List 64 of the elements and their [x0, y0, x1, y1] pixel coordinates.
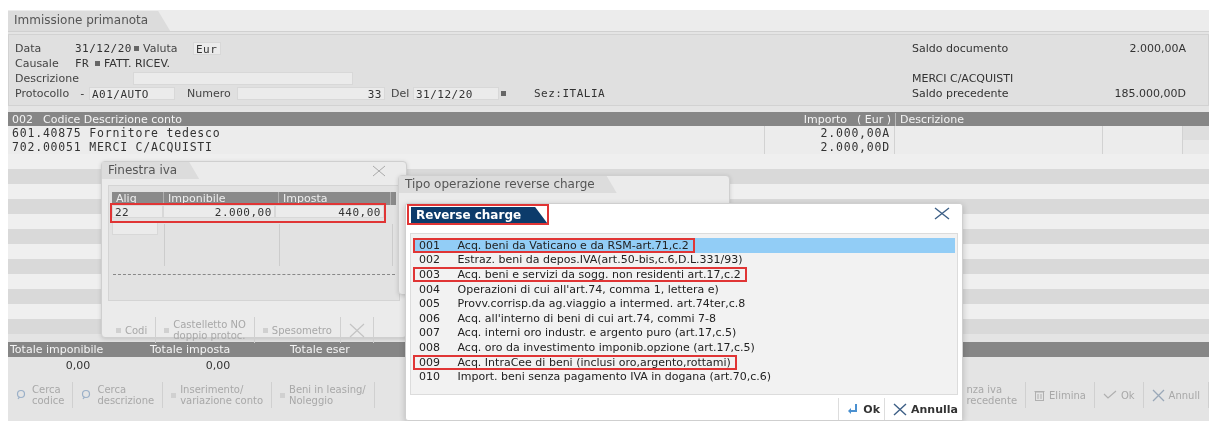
item-label[interactable]: 008 Acq. oro da investimento imponib.opzione (art.17,c.5) [413, 339, 761, 355]
list-item[interactable]: 007 Acq. interni oro industr. e argento puro (art.17,c.5) [413, 325, 955, 341]
protocol-prefix: - [79, 87, 88, 100]
window-title: Tipo operazione reverse charge [399, 176, 617, 193]
section-text: Sez:ITALIA [534, 87, 606, 100]
balance-label: Saldo precedente [912, 87, 1009, 100]
item-label[interactable]: 007 Acq. interni oro industr. e argento puro (art.17,c.5) [413, 325, 743, 341]
field-label: Numero [186, 87, 232, 100]
item-label[interactable]: 005 Provv.corrisp.da ag.viaggio a intermed. art.74ter,c.8 [413, 296, 752, 312]
item-label[interactable]: 002 Estraz. beni da depos.IVA(art.50-bis,c.6,D.L.331/93) [413, 252, 749, 268]
column-header: 002 [12, 112, 33, 126]
list-item[interactable]: 002 Estraz. beni da depos.IVA(art.50-bis,c.6,D.L.331/93) [413, 252, 955, 268]
field-label: Causale [15, 57, 60, 70]
column-header: ( Eur ) [856, 112, 891, 126]
field-label: Protocollo [15, 87, 71, 100]
list-item[interactable]: 006 Acq. all'interno di beni di cui art.74, commi 7-8 [413, 310, 955, 326]
number-field[interactable]: 33 [237, 87, 385, 100]
field-label: Data [15, 42, 43, 55]
list-item[interactable]: 008 Acq. oro da investimento imponib.opzione (art.17,c.5) [413, 340, 955, 355]
amount-field[interactable]: 2.000,00 [162, 205, 275, 218]
window-tab[interactable]: Immissione primanota [8, 11, 171, 31]
column-header: Importo [803, 112, 847, 126]
field-label: Del [390, 87, 411, 100]
list-item[interactable]: 010 Import. beni senza pagamento IVA in dogana (art.70,c.6) [413, 369, 955, 384]
list-item[interactable]: 003 Acq. beni e servizi da sogg. non residenti art.17,c.2 [413, 267, 955, 282]
currency-field[interactable]: Eur [193, 42, 221, 55]
list-item[interactable]: 001 Acq. beni da Vaticano e da RSM-art.71,c.2 [413, 238, 955, 253]
dialog-title: Reverse charge [411, 207, 548, 223]
window-title: Finestra iva [102, 162, 200, 179]
column-header: Codice Descrizione conto [43, 112, 182, 126]
cancel-button[interactable]: Annulla [884, 398, 962, 420]
account-name: MERCI C/ACQUISTI [912, 72, 1014, 85]
balance-value: 185.000,00D [1114, 87, 1186, 100]
list-item[interactable]: 009 Acq. IntraCee di beni (inclusi oro,argento,rottami) [413, 354, 955, 370]
total-label: Totale eser [290, 343, 350, 356]
item-label[interactable]: 001 Acq. beni da Vaticano e da RSM-art.71,c.2 [413, 237, 695, 253]
causale-description: FATT. RICEV. [104, 57, 171, 70]
total-value: 0,00 [64, 359, 92, 372]
column-header: Descrizione [900, 112, 964, 126]
balance-value: 2.000,00A [1129, 42, 1186, 55]
list-item[interactable]: 004 Operazioni di cui all'art.74, comma 1, lettera e) [413, 281, 955, 297]
table-cell: 702.00051 MERCI C/ACQUISTI [8, 140, 765, 154]
total-label: Totale imponibile [10, 343, 104, 356]
total-value: 0,00 [204, 359, 232, 372]
item-label[interactable]: 003 Acq. beni e servizi da sogg. non residenti art.17,c.2 [413, 267, 747, 282]
total-label: Totale imposta [150, 343, 231, 356]
table-cell: 601.40875 Fornitore tedesco [8, 126, 765, 140]
date-value[interactable]: 31/12/20 [75, 42, 132, 55]
table-cell: 2.000,00A [765, 126, 895, 140]
item-label[interactable]: 006 Acq. all'interno di beni di cui art.74, commi 7-8 [413, 310, 723, 326]
item-label[interactable]: 004 Operazioni di cui all'art.74, comma 1, lettera e) [413, 281, 725, 297]
table-cell: 2.000,00D [765, 140, 895, 154]
field-label: Descrizione [15, 72, 80, 85]
amount-field[interactable]: 440,00 [274, 205, 384, 218]
protocol-field[interactable]: A01/AUTO [89, 87, 175, 100]
ok-button[interactable]: Ok [838, 398, 884, 420]
rate-field[interactable]: 22 [112, 205, 163, 218]
causale-code[interactable]: FR [75, 57, 93, 70]
list-item[interactable]: 005 Provv.corrisp.da ag.viaggio a intermed. art.74ter,c.8 [413, 296, 955, 311]
field-label: Valuta [143, 42, 179, 55]
date-field[interactable]: 31/12/20 [413, 87, 499, 100]
item-label[interactable]: 010 Import. beni senza pagamento IVA in dogana (art.70,c.6) [413, 369, 778, 385]
balance-label: Saldo documento [912, 42, 1009, 55]
item-label[interactable]: 009 Acq. IntraCee di beni (inclusi oro,argento,rottami) [413, 354, 737, 370]
